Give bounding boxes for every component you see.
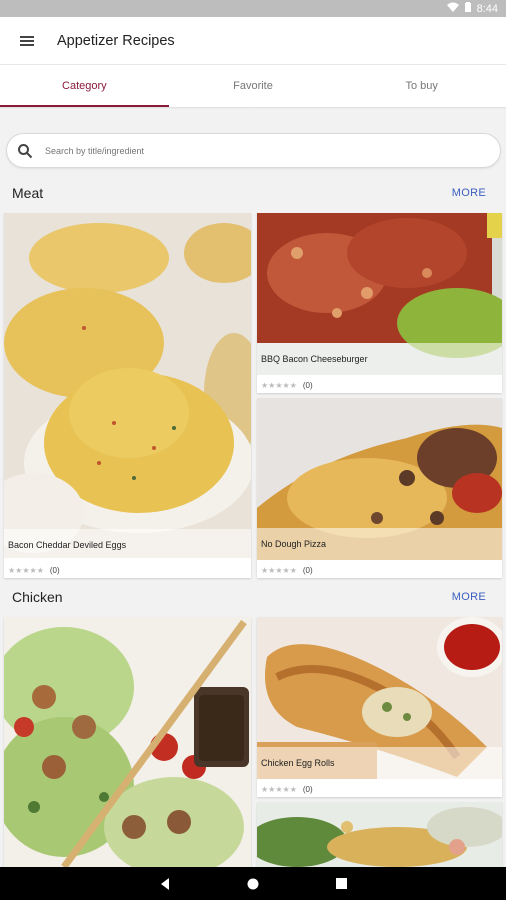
recipe-card[interactable]: No Dough Pizza ★★★★★ (0) <box>257 398 502 578</box>
home-icon[interactable] <box>246 877 260 891</box>
page-title: Appetizer Recipes <box>57 32 175 49</box>
search-icon <box>17 143 33 159</box>
recipe-title: No Dough Pizza <box>257 528 502 560</box>
more-link[interactable]: MORE <box>452 591 486 603</box>
recipe-image <box>4 213 251 558</box>
section-title: Chicken <box>12 589 63 605</box>
star-rating: ★★★★★ (0) <box>261 381 313 390</box>
recipe-card[interactable]: BBQ Bacon Cheeseburger ★★★★★ (0) <box>257 213 502 393</box>
star-rating: ★★★★★ (0) <box>261 566 313 575</box>
tabs-divider <box>0 107 506 109</box>
recipe-title: Bacon Cheddar Deviled Eggs <box>4 529 251 561</box>
section-title: Meat <box>12 185 44 201</box>
battery-icon <box>464 2 471 15</box>
recipe-card[interactable] <box>257 802 502 867</box>
tab-favorite[interactable]: Favorite <box>169 65 338 107</box>
section-header-chicken: Chicken MORE <box>0 585 506 609</box>
status-bar: 8:44 <box>0 0 506 17</box>
tab-category[interactable]: Category <box>0 65 169 107</box>
search-input[interactable] <box>43 144 467 157</box>
recents-icon[interactable] <box>334 877 348 891</box>
recipe-image <box>257 802 502 867</box>
rating-count: (0) <box>302 785 313 794</box>
recipe-card[interactable]: Chicken Egg Rolls ★★★★★ (0) <box>257 617 502 797</box>
status-time: 8:44 <box>476 2 498 15</box>
wifi-icon <box>446 2 459 15</box>
star-icon: ★★★★★ <box>8 566 44 575</box>
tab-to-buy[interactable]: To buy <box>337 65 506 107</box>
recipe-title: Chicken Egg Rolls <box>257 747 502 779</box>
star-icon: ★★★★★ <box>261 381 297 390</box>
app-bar: Appetizer Recipes <box>0 17 506 64</box>
section-header-meat: Meat MORE <box>0 181 506 205</box>
recipe-card[interactable] <box>4 617 251 867</box>
tab-bar: Category Favorite To buy <box>0 64 506 107</box>
star-rating: ★★★★★ (0) <box>261 785 313 794</box>
recipe-card[interactable]: Bacon Cheddar Deviled Eggs ★★★★★ (0) <box>4 213 251 578</box>
more-link[interactable]: MORE <box>452 187 486 199</box>
star-rating: ★★★★★ (0) <box>8 566 60 575</box>
rating-count: (0) <box>49 566 60 575</box>
recipe-title: BBQ Bacon Cheeseburger <box>257 343 502 375</box>
system-nav-bar <box>0 867 506 900</box>
search-bar[interactable] <box>6 133 501 168</box>
back-icon[interactable] <box>158 877 172 891</box>
rating-count: (0) <box>302 381 313 390</box>
rating-count: (0) <box>302 566 313 575</box>
menu-icon[interactable] <box>20 35 34 46</box>
star-icon: ★★★★★ <box>261 566 297 575</box>
star-icon: ★★★★★ <box>261 785 297 794</box>
recipe-image <box>4 617 251 867</box>
